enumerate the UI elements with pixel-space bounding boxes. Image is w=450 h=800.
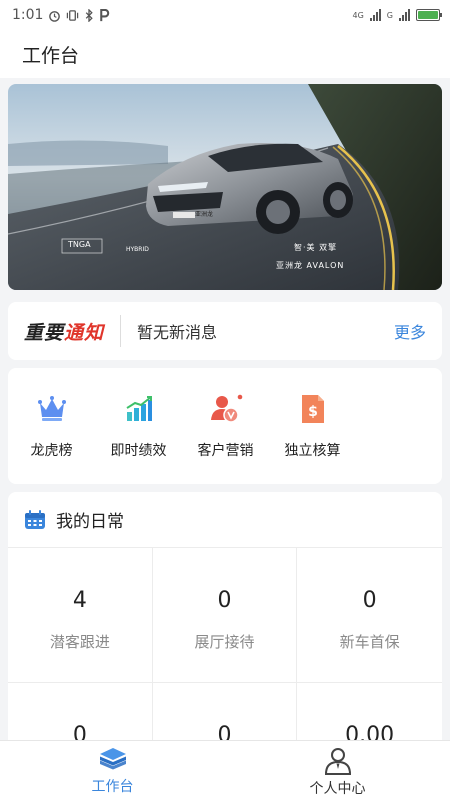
signal-strength-icon-2 <box>399 9 410 21</box>
quick-action-label: 独立核算 <box>284 443 341 459</box>
status-time: 1:01 <box>12 7 44 23</box>
quick-action-customer-marketing[interactable]: 客户营销 <box>182 368 269 484</box>
promo-banner[interactable]: TNGA HYBRID 亚洲龙 智·美 双擎 亚洲龙 AVALON <box>8 84 442 290</box>
quick-action-leaderboard[interactable]: 龙虎榜 <box>8 368 95 484</box>
daily-stats-grid: 4 潜客跟进 0 展厅接待 0 新车首保 0 0 0.00 <box>8 548 442 752</box>
battery-icon <box>416 9 442 21</box>
calendar-icon <box>25 509 45 529</box>
alarm-icon <box>49 10 61 22</box>
header: 工作台 <box>0 30 450 78</box>
quick-actions-card: 龙虎榜 即时绩效 客户营销 $ 独立核算 <box>8 368 442 484</box>
tab-label: 个人中心 <box>309 781 366 797</box>
stat-value: 0 <box>217 588 232 613</box>
parking-p-icon <box>100 8 110 21</box>
banner-model-name: 亚洲龙 AVALON <box>276 261 345 270</box>
banner-badge-hybrid: HYBRID <box>126 246 149 253</box>
bottom-tab-bar: 工作台 个人中心 <box>0 740 450 800</box>
stat-cell-first-maintenance[interactable]: 0 新车首保 <box>297 548 442 683</box>
status-bar: 1:01 4G G <box>0 0 450 30</box>
stat-label: 展厅接待 <box>194 633 255 651</box>
stat-cell-prospect-followup[interactable]: 4 潜客跟进 <box>8 548 153 683</box>
notice-brand-part2: 通知 <box>64 321 105 344</box>
network-type-2: G <box>386 10 393 20</box>
banner-tagline: 智·美 双擎 <box>294 243 338 252</box>
tab-label: 工作台 <box>91 779 134 795</box>
customer-icon <box>209 392 243 426</box>
bluetooth-icon <box>86 8 94 22</box>
bar-chart-icon <box>122 392 156 426</box>
network-type-1: 4G <box>352 10 364 20</box>
notice-card[interactable]: 重要通知 暂无新消息 更多 <box>8 302 442 360</box>
quick-action-label: 即时绩效 <box>110 443 167 459</box>
page-title: 工作台 <box>22 44 80 67</box>
quick-action-label: 客户营销 <box>197 443 254 459</box>
daily-header: 我的日常 <box>8 492 442 548</box>
quick-action-performance[interactable]: 即时绩效 <box>95 368 182 484</box>
quick-action-label: 龙虎榜 <box>30 443 73 459</box>
stat-cell-showroom-reception[interactable]: 0 展厅接待 <box>152 548 298 683</box>
notice-divider <box>120 315 122 347</box>
vibrate-icon <box>67 9 79 21</box>
stat-label: 潜客跟进 <box>49 633 110 651</box>
signal-strength-icon <box>369 9 381 21</box>
tab-personal-center[interactable]: 个人中心 <box>225 741 450 800</box>
stat-label: 新车首保 <box>339 633 400 651</box>
quick-action-accounting[interactable]: $ 独立核算 <box>269 368 356 484</box>
notice-brand: 重要通知 <box>8 318 104 345</box>
notice-message: 暂无新消息 <box>137 323 218 342</box>
banner-badge-left: TNGA <box>68 240 91 249</box>
person-icon <box>324 748 351 775</box>
dollar-document-icon: $ <box>296 392 330 426</box>
stat-value: 4 <box>72 588 87 613</box>
notice-more-link[interactable]: 更多 <box>394 319 442 343</box>
banner-car-image <box>8 84 442 290</box>
daily-card: 我的日常 4 潜客跟进 0 展厅接待 0 新车首保 0 0 0.00 <box>8 492 442 752</box>
banner-plate: 亚洲龙 <box>195 211 214 218</box>
svg-text:$: $ <box>308 404 318 420</box>
daily-title: 我的日常 <box>56 512 124 532</box>
crown-icon <box>35 392 69 426</box>
notice-brand-part1: 重要 <box>24 321 65 344</box>
tab-workbench[interactable]: 工作台 <box>0 741 225 800</box>
stack-layers-icon <box>99 748 126 770</box>
stat-value: 0 <box>362 588 377 613</box>
